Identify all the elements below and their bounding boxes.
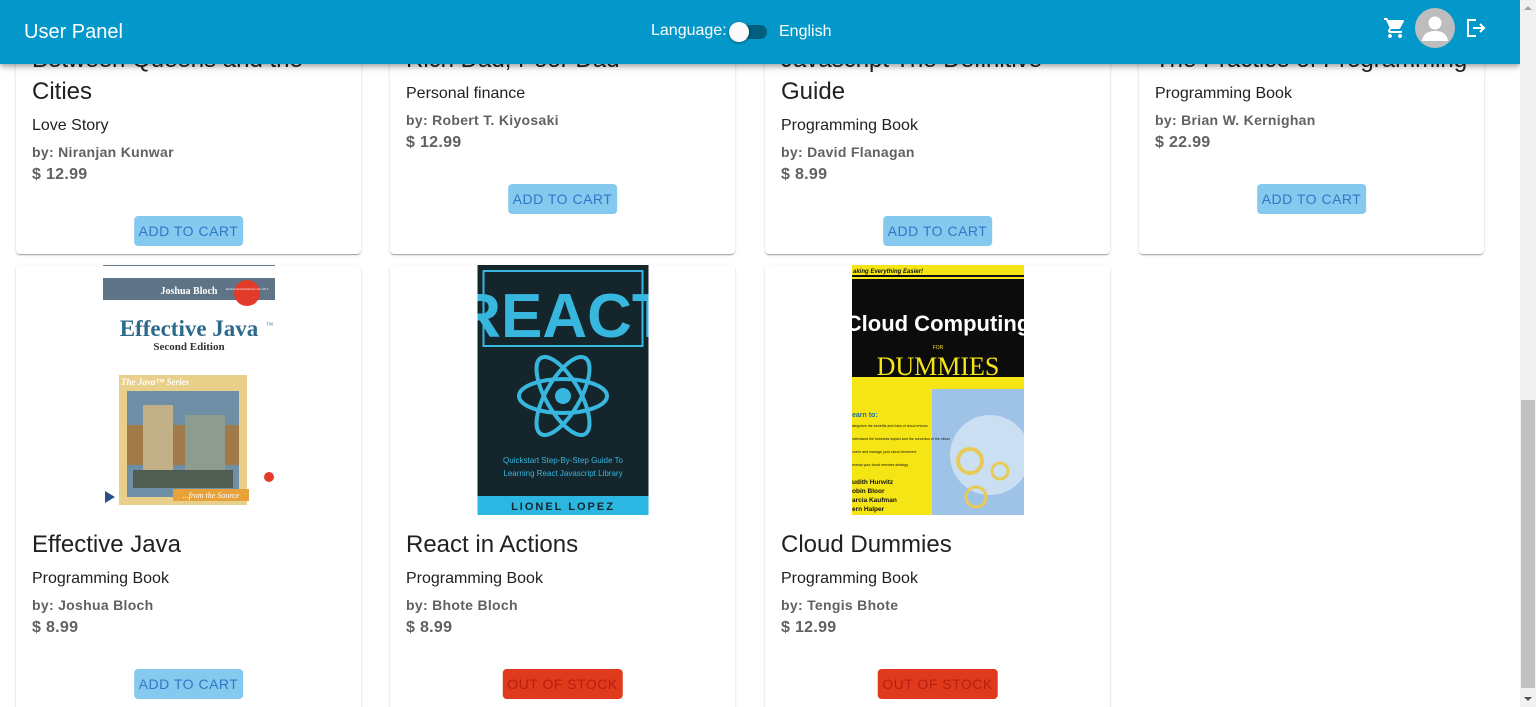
book-author: by: Bhote Bloch: [406, 597, 518, 613]
add-to-cart-button[interactable]: ADD TO CART: [133, 216, 244, 246]
cover-edition: Second Edition: [153, 341, 224, 353]
cover-tagline: aking Everything Easier!: [853, 269, 923, 275]
book-author: by: Niranjan Kunwar: [32, 144, 174, 160]
cover-author: LIONEL LOPEZ: [511, 501, 615, 513]
avatar[interactable]: [1415, 8, 1455, 48]
cover-subtitle: Quickstart Step-By-Step Guide To: [503, 456, 623, 465]
book-card: Joshua Bloch Revised and Updated for Jav…: [16, 265, 361, 707]
account-circle-icon: [1422, 16, 1448, 41]
cover-author: udith Hurwitz: [852, 479, 894, 486]
book-price: $ 8.99: [781, 166, 828, 183]
cover-bullet: ategorize the benefits and risks of clou…: [852, 424, 928, 428]
logout-icon[interactable]: [1463, 16, 1487, 40]
book-cover-image: REACT Quickstart Step-By-Step Guide To L…: [477, 265, 648, 515]
cover-learn: earn to:: [852, 412, 878, 419]
cover-title: Effective Java: [119, 316, 258, 341]
cover-tagline: ...from the Source: [182, 491, 239, 500]
cover-trademark: ™: [266, 321, 273, 329]
out-of-stock-button[interactable]: OUT OF STOCK: [502, 669, 623, 699]
book-category: Love Story: [32, 117, 109, 134]
book-author: by: Tengis Bhote: [781, 597, 899, 613]
book-price: $ 12.99: [781, 619, 837, 636]
book-author: by: Brian W. Kernighan: [1155, 112, 1316, 128]
language-label: Language:: [651, 22, 727, 39]
cover-author: ern Halper: [852, 506, 885, 513]
book-category: Programming Book: [781, 117, 918, 134]
book-author: by: David Flanagan: [781, 144, 915, 160]
cover-bullet: evelop your cloud services strategy: [852, 463, 908, 467]
book-title: React in Actions: [406, 531, 579, 558]
book-category: Programming Book: [406, 570, 543, 587]
cover-subtitle: Learning React Javascript Library: [503, 469, 622, 478]
book-author: by: Joshua Bloch: [32, 597, 154, 613]
add-to-cart-button[interactable]: ADD TO CART: [1256, 184, 1367, 214]
book-category: Personal finance: [406, 85, 526, 102]
book-price: $ 12.99: [406, 134, 462, 151]
book-cover-image: Joshua Bloch Revised and Updated for Jav…: [102, 265, 275, 515]
language-value: English: [779, 23, 832, 40]
toggle-thumb: [729, 22, 749, 42]
out-of-stock-button[interactable]: OUT OF STOCK: [877, 669, 998, 699]
cover-author: arcia Kaufman: [852, 497, 897, 504]
book-category: Programming Book: [1155, 85, 1292, 102]
cover-author: Joshua Bloch: [160, 286, 217, 297]
cover-dummies: DUMMIES: [876, 352, 999, 381]
book-title: Cloud Dummies: [781, 531, 952, 558]
book-category: Programming Book: [32, 570, 169, 587]
add-to-cart-button[interactable]: ADD TO CART: [507, 184, 618, 214]
cover-for: FOR: [932, 345, 943, 351]
page: Between Queens and theCities Love Story …: [0, 0, 1520, 707]
app-title: User Panel: [24, 21, 123, 43]
cover-bullet: overn and manage your cloud vironment: [852, 450, 916, 454]
book-card: aking Everything Easier! Cloud Computing…: [765, 265, 1110, 707]
add-to-cart-button[interactable]: ADD TO CART: [882, 216, 993, 246]
cover-series: The Java™ Series: [121, 377, 189, 387]
cover-badge: Revised and Updated for Java SE 6: [225, 287, 268, 291]
book-card: REACT Quickstart Step-By-Step Guide To L…: [390, 265, 735, 707]
book-category: Programming Book: [781, 570, 918, 587]
book-author: by: Robert T. Kiyosaki: [406, 112, 559, 128]
cover-title: Cloud Computing: [852, 311, 1024, 336]
language-toggle[interactable]: [729, 22, 769, 42]
add-to-cart-button[interactable]: ADD TO CART: [133, 669, 244, 699]
app-bar: User Panel Language: English: [0, 0, 1520, 64]
scroll-up-icon[interactable]: [1520, 0, 1536, 16]
shopping-cart-icon[interactable]: [1383, 16, 1407, 40]
book-price: $ 22.99: [1155, 134, 1211, 151]
book-price: $ 8.99: [406, 619, 453, 636]
book-title: Effective Java: [32, 531, 181, 558]
book-cover-image: aking Everything Easier! Cloud Computing…: [851, 265, 1024, 515]
scrollbar-thumb[interactable]: [1521, 400, 1535, 688]
scroll-down-icon[interactable]: [1520, 691, 1536, 707]
book-price: $ 12.99: [32, 166, 88, 183]
book-price: $ 8.99: [32, 619, 79, 636]
cover-author: obin Bloor: [852, 488, 885, 495]
cover-title: REACT: [477, 282, 648, 351]
cover-bullet: nderstand the business impact and the co…: [852, 437, 950, 441]
